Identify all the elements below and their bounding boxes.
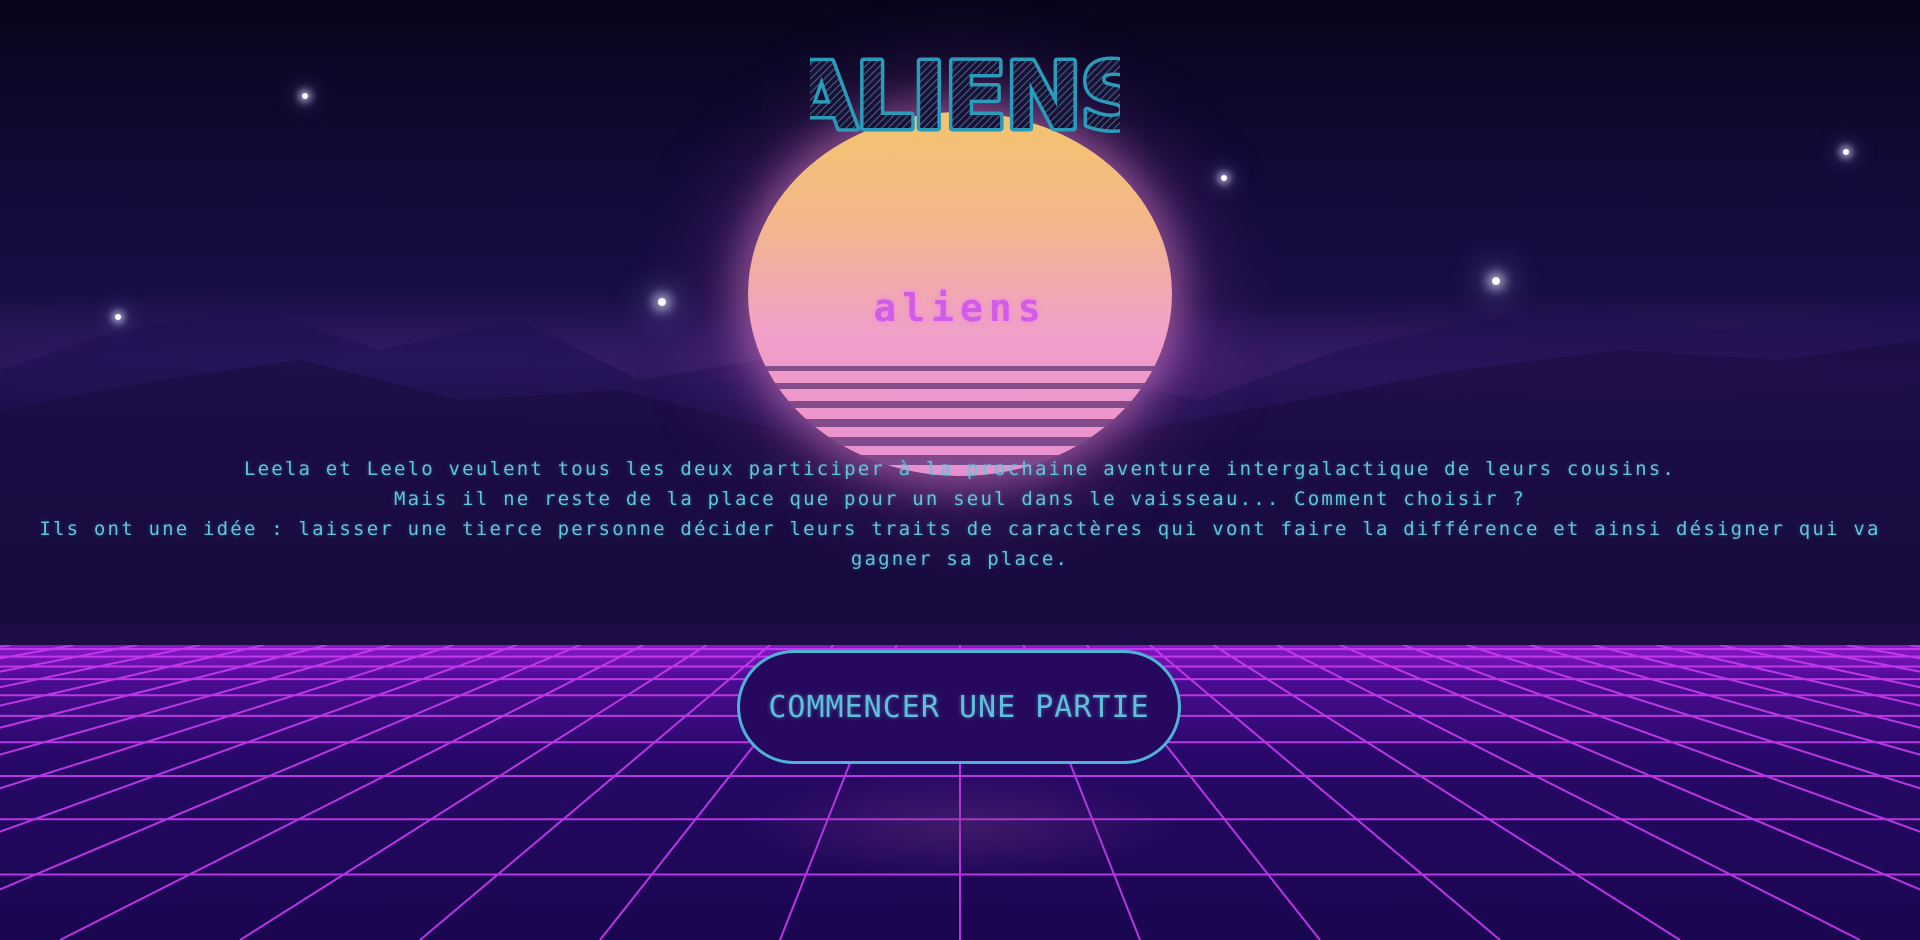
sun-stripe	[748, 366, 1172, 371]
sun-stripe	[748, 401, 1172, 408]
game-subtitle: aliens	[873, 286, 1047, 330]
star	[1492, 277, 1500, 285]
sun-stripe	[748, 419, 1172, 427]
button-reflection	[740, 770, 1180, 880]
logo-text: ALIENS	[810, 43, 1120, 146]
sun-stripe	[748, 383, 1172, 389]
start-game-button[interactable]: COMMENCER UNE PARTIE	[737, 650, 1181, 764]
star	[1843, 149, 1849, 155]
intro-text: Leela et Leelo veulent tous les deux par…	[20, 454, 1900, 574]
start-game-button-label: COMMENCER UNE PARTIE	[768, 689, 1150, 725]
intro-line: Ils ont une idée : laisser une tierce pe…	[39, 518, 1881, 570]
star	[302, 93, 308, 99]
star	[1221, 175, 1227, 181]
game-start-screen: ALIENS aliens Leela et Leelo veulent tou…	[0, 0, 1920, 940]
sun-stripe	[748, 437, 1172, 446]
intro-line: Mais il ne reste de la place que pour un…	[393, 488, 1527, 510]
aliens-logo: ALIENS	[810, 40, 1120, 147]
intro-line: Leela et Leelo veulent tous les deux par…	[243, 458, 1677, 480]
